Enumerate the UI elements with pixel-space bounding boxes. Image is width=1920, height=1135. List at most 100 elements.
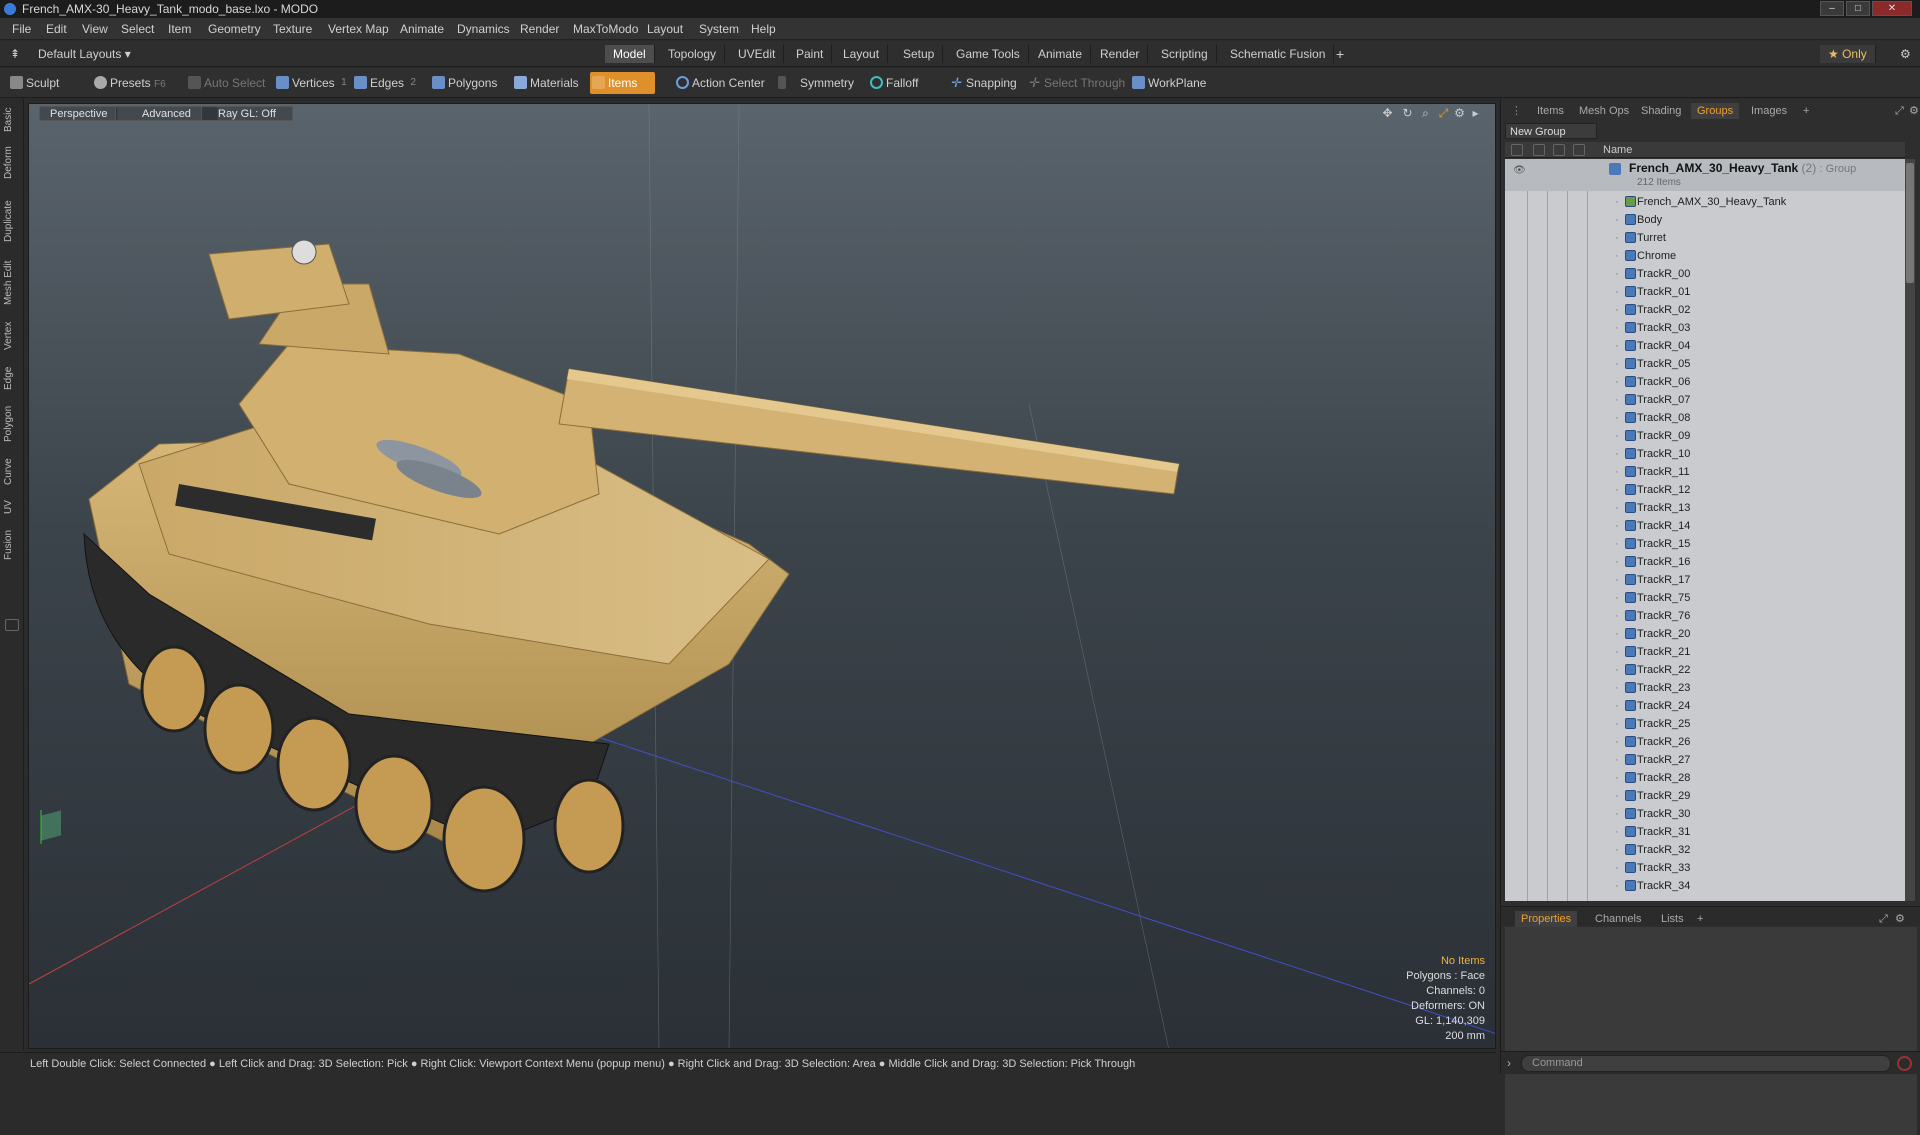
group-item-row[interactable]: · TrackR_17 <box>1505 571 1905 589</box>
group-item-row[interactable]: · TrackR_29 <box>1505 787 1905 805</box>
sculpt-button[interactable]: Sculpt <box>8 72 59 94</box>
vtab-edge[interactable]: Edge <box>3 363 21 393</box>
menu-maxtomodo[interactable]: MaxToModo <box>573 22 638 36</box>
maximize-button[interactable]: □ <box>1846 1 1870 16</box>
menu-dynamics[interactable]: Dynamics <box>457 22 510 36</box>
settings-gear-icon[interactable]: ⚙ <box>1892 45 1919 63</box>
viewport-settings-icon[interactable]: ⚙ <box>1453 107 1466 120</box>
materials-button[interactable]: Materials <box>512 72 579 94</box>
group-item-row[interactable]: · TrackR_14 <box>1505 517 1905 535</box>
tab-groups[interactable]: Groups <box>1691 103 1740 119</box>
vtab-fusion[interactable]: Fusion <box>3 527 21 563</box>
viewport-menu-icon[interactable]: ▸ <box>1469 107 1482 120</box>
group-item-row[interactable]: · TrackR_15 <box>1505 535 1905 553</box>
auto-select-button[interactable]: Auto Select <box>186 72 265 94</box>
menu-select[interactable]: Select <box>121 22 154 36</box>
tab-render[interactable]: Render <box>1092 45 1149 63</box>
group-item-row[interactable]: · TrackR_08 <box>1505 409 1905 427</box>
group-item-row[interactable]: · TrackR_05 <box>1505 355 1905 373</box>
tab-images[interactable]: Images <box>1745 103 1793 119</box>
pan-icon[interactable]: ✥ <box>1381 107 1394 120</box>
menu-render[interactable]: Render <box>520 22 559 36</box>
group-item-row[interactable]: · TrackR_13 <box>1505 499 1905 517</box>
group-item-row[interactable]: · TrackR_21 <box>1505 643 1905 661</box>
name-column-header[interactable]: Name <box>1603 142 1632 158</box>
select-column-icon[interactable] <box>1573 144 1585 156</box>
group-item-row[interactable]: · TrackR_24 <box>1505 697 1905 715</box>
group-item-row[interactable]: · TrackR_11 <box>1505 463 1905 481</box>
items-button[interactable]: Items <box>590 72 656 94</box>
snapping-button[interactable]: ✛ Snapping <box>948 72 1017 94</box>
tab-schematic-fusion[interactable]: Schematic Fusion <box>1222 45 1335 63</box>
group-item-row[interactable]: · TrackR_03 <box>1505 319 1905 337</box>
minimize-button[interactable]: – <box>1820 1 1844 16</box>
tab-paint[interactable]: Paint <box>788 45 833 63</box>
group-item-row[interactable]: · TrackR_16 <box>1505 553 1905 571</box>
tab-game-tools[interactable]: Game Tools <box>948 45 1029 63</box>
group-item-row[interactable]: · TrackR_12 <box>1505 481 1905 499</box>
tab-channels[interactable]: Channels <box>1589 911 1647 927</box>
raygl-button[interactable]: Ray GL: Off <box>201 106 293 121</box>
panel-grip-icon[interactable]: ⋮ <box>1505 103 1528 119</box>
groups-scrollbar[interactable] <box>1905 159 1915 901</box>
tab-uvedit[interactable]: UVEdit <box>730 45 785 63</box>
select-through-button[interactable]: ✛ Select Through <box>1026 72 1125 94</box>
group-item-row[interactable]: · TrackR_32 <box>1505 841 1905 859</box>
symmetry-button[interactable]: Symmetry <box>776 72 854 94</box>
group-item-row[interactable]: · TrackR_09 <box>1505 427 1905 445</box>
group-item-row[interactable]: · TrackR_30 <box>1505 805 1905 823</box>
group-item-row[interactable]: · Turret <box>1505 229 1905 247</box>
props-settings-icon[interactable]: ⚙ <box>1889 911 1911 927</box>
group-item-row[interactable]: · TrackR_22 <box>1505 661 1905 679</box>
group-item-row[interactable]: · TrackR_00 <box>1505 265 1905 283</box>
group-item-row[interactable]: · TrackR_34 <box>1505 877 1905 895</box>
add-tab-button[interactable]: + <box>1328 45 1352 63</box>
tab-animate[interactable]: Animate <box>1030 45 1092 63</box>
menu-texture[interactable]: Texture <box>273 22 312 36</box>
menu-file[interactable]: File <box>12 22 31 36</box>
action-center-button[interactable]: Action Center <box>674 72 765 94</box>
close-button[interactable]: ✕ <box>1872 1 1912 16</box>
group-item-row[interactable]: · TrackR_20 <box>1505 625 1905 643</box>
group-eye-icon[interactable]: 👁 <box>1513 165 1526 176</box>
visibility-column-icon[interactable] <box>1511 144 1523 156</box>
rotate-icon[interactable]: ↻ <box>1401 107 1414 120</box>
vtab-deform[interactable]: Deform <box>3 143 21 183</box>
polygons-button[interactable]: Polygons <box>430 72 497 94</box>
group-item-row[interactable]: · TrackR_01 <box>1505 283 1905 301</box>
add-props-tab-button[interactable]: + <box>1691 911 1709 927</box>
view-mode-button[interactable]: Perspective <box>39 106 119 121</box>
vtab-curve[interactable]: Curve <box>3 455 21 489</box>
tab-shading[interactable]: Shading <box>1635 103 1687 119</box>
vtab-mesh-edit[interactable]: Mesh Edit <box>3 257 21 309</box>
group-item-row[interactable]: · TrackR_31 <box>1505 823 1905 841</box>
group-item-row[interactable]: · TrackR_27 <box>1505 751 1905 769</box>
zoom-icon[interactable]: ⌕ <box>1419 107 1432 120</box>
workplane-button[interactable]: WorkPlane <box>1130 72 1206 94</box>
command-input[interactable]: Command <box>1521 1055 1891 1072</box>
menu-system[interactable]: System <box>699 22 739 36</box>
tab-layout[interactable]: Layout <box>835 45 889 63</box>
group-item-row[interactable]: · TrackR_04 <box>1505 337 1905 355</box>
tab-model[interactable]: Model <box>605 45 655 63</box>
vtab-duplicate[interactable]: Duplicate <box>3 195 21 247</box>
vtab-polygon[interactable]: Polygon <box>3 401 21 447</box>
only-toggle[interactable]: ★ Only <box>1820 45 1876 63</box>
group-item-row[interactable]: · TrackR_23 <box>1505 679 1905 697</box>
group-item-row[interactable]: · TrackR_33 <box>1505 859 1905 877</box>
group-item-row[interactable]: · TrackR_07 <box>1505 391 1905 409</box>
new-group-button[interactable]: New Group <box>1505 123 1597 139</box>
group-item-row[interactable]: · TrackR_76 <box>1505 607 1905 625</box>
group-item-row[interactable]: · TrackR_75 <box>1505 589 1905 607</box>
tab-properties[interactable]: Properties <box>1515 911 1578 927</box>
render-column-icon[interactable] <box>1533 144 1545 156</box>
group-item-row[interactable]: · TrackR_10 <box>1505 445 1905 463</box>
group-item-row[interactable]: · TrackR_25 <box>1505 715 1905 733</box>
layout-menu-icon[interactable]: ⇞ <box>4 45 28 63</box>
lock-column-icon[interactable] <box>1553 144 1565 156</box>
fit-icon[interactable]: ⤢ <box>1437 107 1450 120</box>
group-row[interactable]: 👁 French_AMX_30_Heavy_Tank (2) : Group 2… <box>1505 159 1905 191</box>
tab-mesh-ops[interactable]: Mesh Ops <box>1573 103 1635 119</box>
menu-layout[interactable]: Layout <box>647 22 683 36</box>
menu-edit[interactable]: Edit <box>46 22 67 36</box>
